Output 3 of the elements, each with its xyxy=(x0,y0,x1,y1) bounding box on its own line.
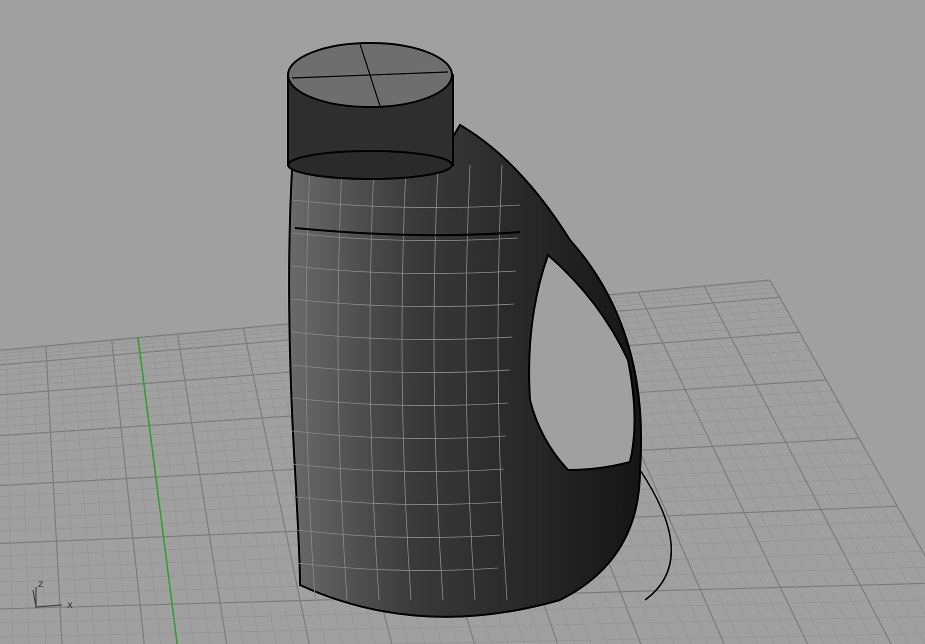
axis-icon xyxy=(32,586,63,608)
axis-label: z xyxy=(38,579,44,590)
axis-label: x xyxy=(67,600,73,611)
